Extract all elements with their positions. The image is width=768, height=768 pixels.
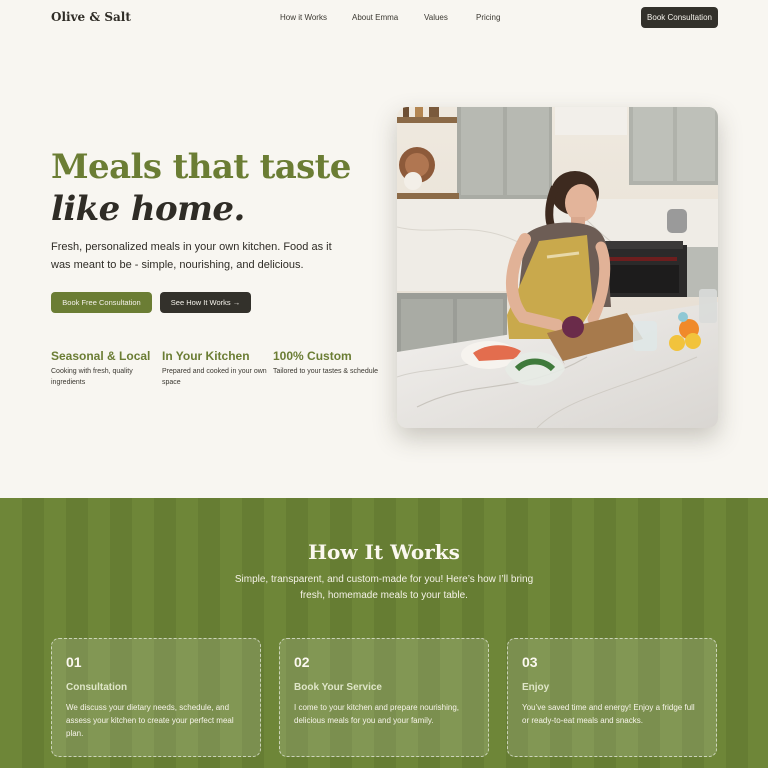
how-it-works-subtitle: Simple, transparent, and custom-made for… xyxy=(234,574,534,601)
step-card-enjoy: 03 Enjoy You’ve saved time and energy! E… xyxy=(507,638,717,757)
hero-subtitle: Fresh, personalized meals in your own ki… xyxy=(51,241,332,271)
step-desc: I come to your kitchen and prepare nouri… xyxy=(294,703,459,725)
feature-title: In Your Kitchen xyxy=(162,349,250,363)
step-title: Enjoy xyxy=(522,682,550,693)
see-how-it-works-button[interactable]: See How It Works → xyxy=(160,292,251,313)
book-free-consultation-button[interactable]: Book Free Consultation xyxy=(51,292,152,313)
hero-image xyxy=(397,107,718,428)
hero-title-line-2: like home. xyxy=(51,189,245,229)
feature-desc: Tailored to your tastes & schedule xyxy=(273,368,379,375)
feature-desc: Prepared and cooked in your own space xyxy=(162,368,267,386)
step-title: Book Your Service xyxy=(294,682,382,693)
feature-in-kitchen: In Your Kitchen Prepared and cooked in y… xyxy=(162,349,272,388)
feature-title: Seasonal & Local xyxy=(51,349,151,363)
step-number: 01 xyxy=(66,654,82,670)
hero-title-line-1: Meals that taste xyxy=(51,147,351,187)
feature-seasonal: Seasonal & Local Cooking with fresh, qua… xyxy=(51,349,161,388)
book-consultation-button[interactable]: Book Consultation xyxy=(641,7,718,28)
step-card-book-service: 02 Book Your Service I come to your kitc… xyxy=(279,638,489,757)
nav-link-how-it-works[interactable]: How it Works xyxy=(280,13,327,22)
feature-custom: 100% Custom Tailored to your tastes & sc… xyxy=(273,349,383,377)
step-number: 03 xyxy=(522,654,538,670)
feature-desc: Cooking with fresh, quality ingredients xyxy=(51,368,133,386)
hero-title: Meals that taste like home. xyxy=(51,146,351,230)
nav-link-values[interactable]: Values xyxy=(424,13,448,22)
feature-title: 100% Custom xyxy=(273,349,352,363)
step-number: 02 xyxy=(294,654,310,670)
nav-link-about[interactable]: About Emma xyxy=(352,13,398,22)
step-desc: You’ve saved time and energy! Enjoy a fr… xyxy=(522,703,695,725)
how-it-works-title: How It Works xyxy=(308,540,460,564)
step-desc: We discuss your dietary needs, schedule,… xyxy=(66,703,234,738)
step-title: Consultation xyxy=(66,682,128,693)
kitchen-scene-illustration xyxy=(397,107,718,428)
nav-link-pricing[interactable]: Pricing xyxy=(476,13,500,22)
top-nav: Olive & Salt How it Works About Emma Val… xyxy=(0,0,768,36)
step-card-consultation: 01 Consultation We discuss your dietary … xyxy=(51,638,261,757)
